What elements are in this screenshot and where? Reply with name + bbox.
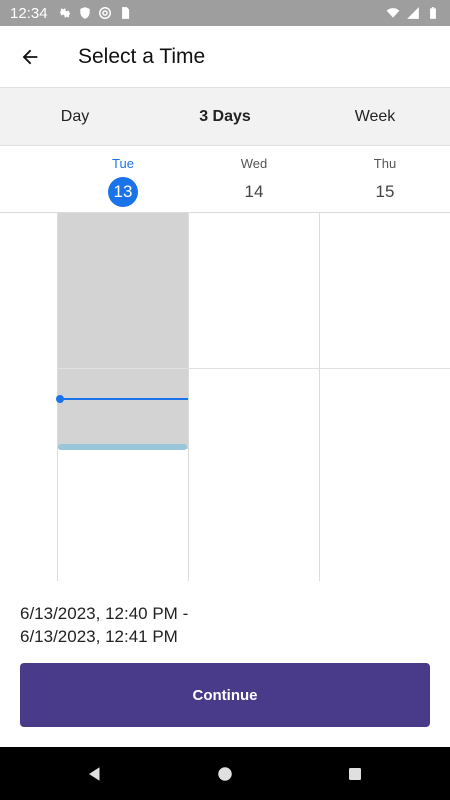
status-icons-left bbox=[58, 6, 132, 20]
tab-week[interactable]: Week bbox=[300, 108, 450, 126]
recents-square-icon bbox=[349, 767, 361, 780]
system-nav-bar bbox=[0, 747, 450, 800]
day-column-header-wed[interactable]: Wed 14 bbox=[189, 146, 319, 213]
back-button[interactable] bbox=[0, 26, 60, 88]
status-icons-right bbox=[386, 6, 440, 20]
day-column-header-thu[interactable]: Thu 15 bbox=[320, 146, 450, 213]
grid-divider bbox=[319, 213, 320, 581]
arrow-left-icon bbox=[22, 49, 38, 64]
day-name: Wed bbox=[240, 156, 268, 171]
nav-home-button[interactable] bbox=[160, 765, 290, 783]
at-sign-icon bbox=[98, 7, 111, 19]
day-number: 13 bbox=[108, 177, 138, 207]
nav-recents-button[interactable] bbox=[290, 766, 420, 782]
selected-time-range[interactable] bbox=[58, 213, 188, 449]
day-number: 15 bbox=[375, 182, 395, 201]
day-number: 14 bbox=[244, 182, 264, 201]
continue-button[interactable]: Continue bbox=[20, 663, 430, 727]
selection-drag-handle[interactable] bbox=[58, 444, 187, 450]
nav-back-button[interactable] bbox=[30, 765, 160, 783]
shield-icon bbox=[79, 7, 90, 19]
home-circle-icon bbox=[218, 766, 232, 781]
day-name: Thu bbox=[373, 156, 397, 171]
time-grid[interactable] bbox=[0, 213, 450, 581]
wifi-icon bbox=[386, 8, 400, 18]
current-time-dot bbox=[56, 395, 64, 403]
signal-icon bbox=[407, 7, 419, 19]
hour-line bbox=[58, 368, 450, 369]
range-end: 6/13/2023, 12:41 PM bbox=[20, 627, 178, 646]
current-time-line bbox=[60, 398, 188, 400]
battery-icon bbox=[430, 7, 436, 19]
app-bar: Select a Time bbox=[0, 26, 450, 88]
range-start: 6/13/2023, 12:40 PM - bbox=[20, 604, 189, 623]
day-name: Tue bbox=[112, 156, 134, 171]
tab-3-days[interactable]: 3 Days bbox=[150, 108, 300, 126]
view-tabs: Day 3 Days Week bbox=[0, 88, 450, 146]
page-title: Select a Time bbox=[78, 44, 206, 68]
selected-range-text: 6/13/2023, 12:40 PM - 6/13/2023, 12:41 P… bbox=[20, 602, 430, 648]
day-header: Tue 13 Wed 14 Thu 15 bbox=[0, 146, 450, 213]
grid-divider bbox=[188, 213, 189, 581]
back-triangle-icon bbox=[89, 766, 100, 781]
gear-icon bbox=[59, 7, 70, 19]
tab-day[interactable]: Day bbox=[0, 108, 150, 126]
sim-card-icon bbox=[121, 7, 129, 19]
status-bar: 12:34 bbox=[0, 0, 450, 26]
day-column-header-tue[interactable]: Tue 13 bbox=[58, 146, 188, 213]
status-time: 12:34 bbox=[10, 4, 48, 22]
